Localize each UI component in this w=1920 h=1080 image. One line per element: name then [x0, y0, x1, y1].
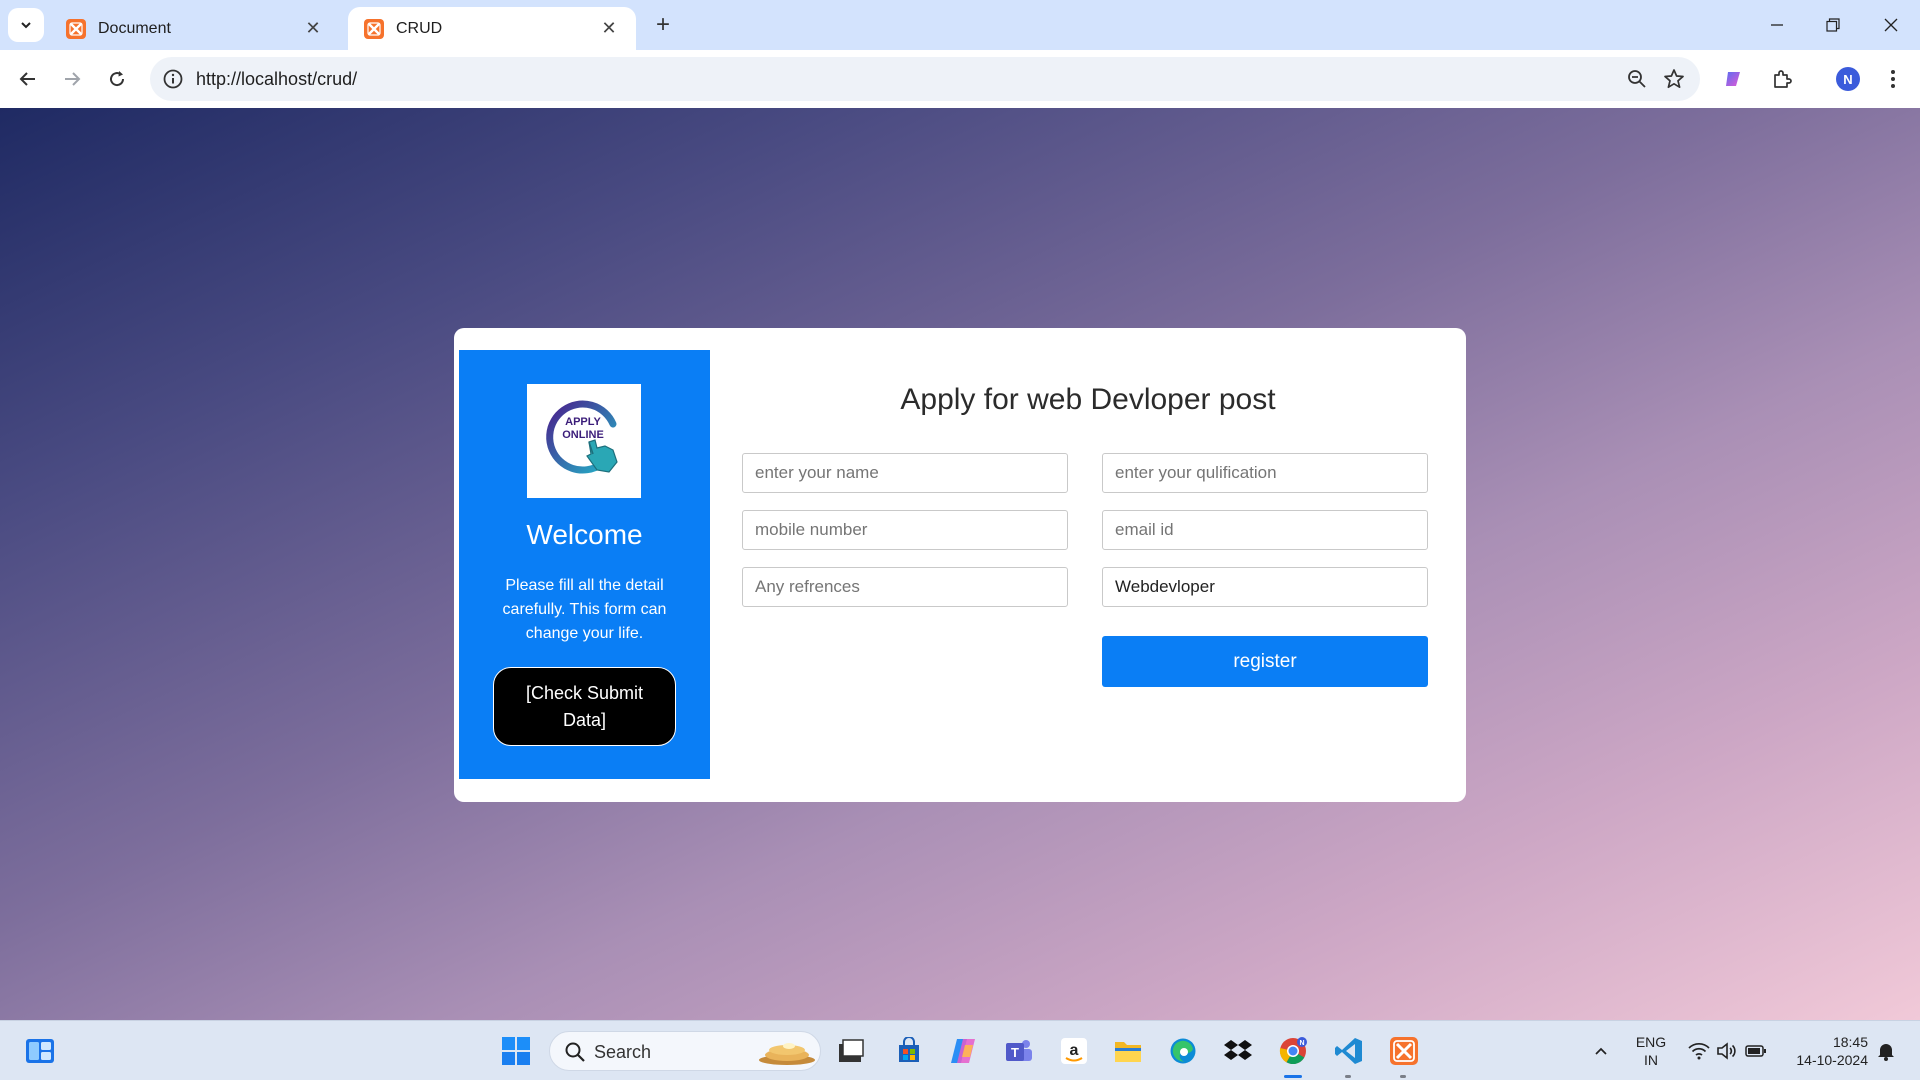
apply-online-logo: APPLY ONLINE [527, 384, 641, 498]
taskbar: Search T a N ENG IN 18:45 14-10-2024 [0, 1020, 1920, 1080]
xampp-favicon-icon [364, 18, 384, 39]
dropbox-icon[interactable] [1222, 1035, 1254, 1067]
taskbar-search[interactable]: Search [549, 1031, 821, 1071]
restore-icon[interactable] [1818, 10, 1848, 40]
tab-document[interactable]: Document ✕ [50, 7, 340, 50]
svg-text:ONLINE: ONLINE [562, 429, 604, 441]
time-label: 18:45 [1832, 1034, 1868, 1050]
name-input[interactable] [742, 453, 1068, 493]
form-title: Apply for web Devloper post [900, 383, 1276, 416]
welcome-description: Please fill all the detail carefully. Th… [502, 577, 667, 642]
volume-icon[interactable] [1711, 1035, 1743, 1067]
check-submit-data-button[interactable]: [Check Submit Data] [493, 667, 676, 746]
references-input[interactable] [742, 567, 1068, 607]
notification-bell-icon[interactable] [1870, 1035, 1902, 1067]
file-explorer-icon[interactable] [1112, 1035, 1144, 1067]
pancake-search-highlight-icon [759, 1043, 815, 1065]
battery-icon[interactable] [1740, 1035, 1772, 1067]
zoom-icon[interactable] [1626, 68, 1648, 90]
form-card: APPLY ONLINE Welcome Please fill all the… [454, 328, 1466, 802]
tab-title: Document [98, 19, 171, 37]
language-label: ENG [1635, 1034, 1667, 1050]
mobile-input[interactable] [742, 510, 1068, 550]
start-icon[interactable] [500, 1035, 532, 1067]
region-label: IN [1644, 1052, 1658, 1068]
vscode-running-indicator [1345, 1075, 1351, 1078]
bookmark-star-icon[interactable] [1662, 67, 1686, 91]
address-bar[interactable]: http://localhost/crud/ [150, 57, 1700, 101]
copilot-extension-icon[interactable] [1719, 64, 1749, 94]
chrome-active-indicator [1284, 1075, 1302, 1078]
site-info-icon[interactable] [162, 68, 184, 90]
task-view-icon[interactable] [835, 1035, 867, 1067]
browser-toolbar: http://localhost/crud/ N [0, 50, 1920, 108]
tab-title: CRUD [396, 19, 443, 37]
profile-avatar[interactable]: N [1836, 67, 1860, 91]
xampp-icon[interactable] [1388, 1035, 1420, 1067]
copilot-icon[interactable] [948, 1035, 980, 1067]
chevron-down-icon [21, 22, 31, 29]
welcome-panel: APPLY ONLINE Welcome Please fill all the… [459, 350, 710, 779]
search-icon [565, 1042, 585, 1062]
welcome-heading: Welcome [526, 519, 643, 550]
reload-icon[interactable] [102, 64, 132, 94]
back-icon[interactable] [13, 64, 43, 94]
menu-kebab-icon[interactable] [1878, 64, 1908, 94]
xampp-running-indicator [1400, 1075, 1406, 1078]
qualification-input[interactable] [1102, 453, 1428, 493]
date-label: 14-10-2024 [1796, 1052, 1868, 1068]
tab-search-button[interactable] [8, 8, 44, 42]
url-text[interactable]: http://localhost/crud/ [196, 69, 357, 90]
svg-text:N: N [1299, 1040, 1304, 1047]
extensions-puzzle-icon[interactable] [1767, 64, 1797, 94]
close-window-icon[interactable] [1876, 10, 1906, 40]
tab-strip: Document ✕ CRUD ✕ + [0, 0, 1920, 50]
amazon-icon[interactable]: a [1058, 1035, 1090, 1067]
close-icon[interactable]: ✕ [598, 18, 620, 40]
email-input[interactable] [1102, 510, 1428, 550]
language-indicator[interactable]: ENG IN [1630, 1033, 1672, 1069]
new-tab-plus-icon[interactable]: + [650, 11, 676, 38]
minimize-icon[interactable] [1762, 10, 1792, 40]
register-button[interactable]: register [1102, 636, 1428, 687]
tab-crud[interactable]: CRUD ✕ [348, 7, 636, 50]
post-input[interactable] [1102, 567, 1428, 607]
store-icon[interactable] [893, 1035, 925, 1067]
search-label: Search [594, 1042, 652, 1062]
close-icon[interactable]: ✕ [302, 18, 324, 40]
forward-icon[interactable] [57, 64, 87, 94]
vscode-icon[interactable] [1333, 1035, 1365, 1067]
page-background: APPLY ONLINE Welcome Please fill all the… [0, 108, 1920, 1020]
edge-icon[interactable] [1167, 1035, 1199, 1067]
chevron-up-icon[interactable] [1585, 1035, 1617, 1067]
chrome-icon[interactable]: N [1277, 1035, 1309, 1067]
xampp-favicon-icon [66, 18, 86, 39]
clock[interactable]: 18:45 14-10-2024 [1782, 1033, 1868, 1069]
svg-text:a: a [1070, 1042, 1079, 1059]
widgets-icon[interactable] [24, 1035, 56, 1067]
svg-text:APPLY: APPLY [565, 416, 601, 428]
teams-icon[interactable]: T [1003, 1035, 1035, 1067]
svg-text:T: T [1011, 1045, 1019, 1060]
